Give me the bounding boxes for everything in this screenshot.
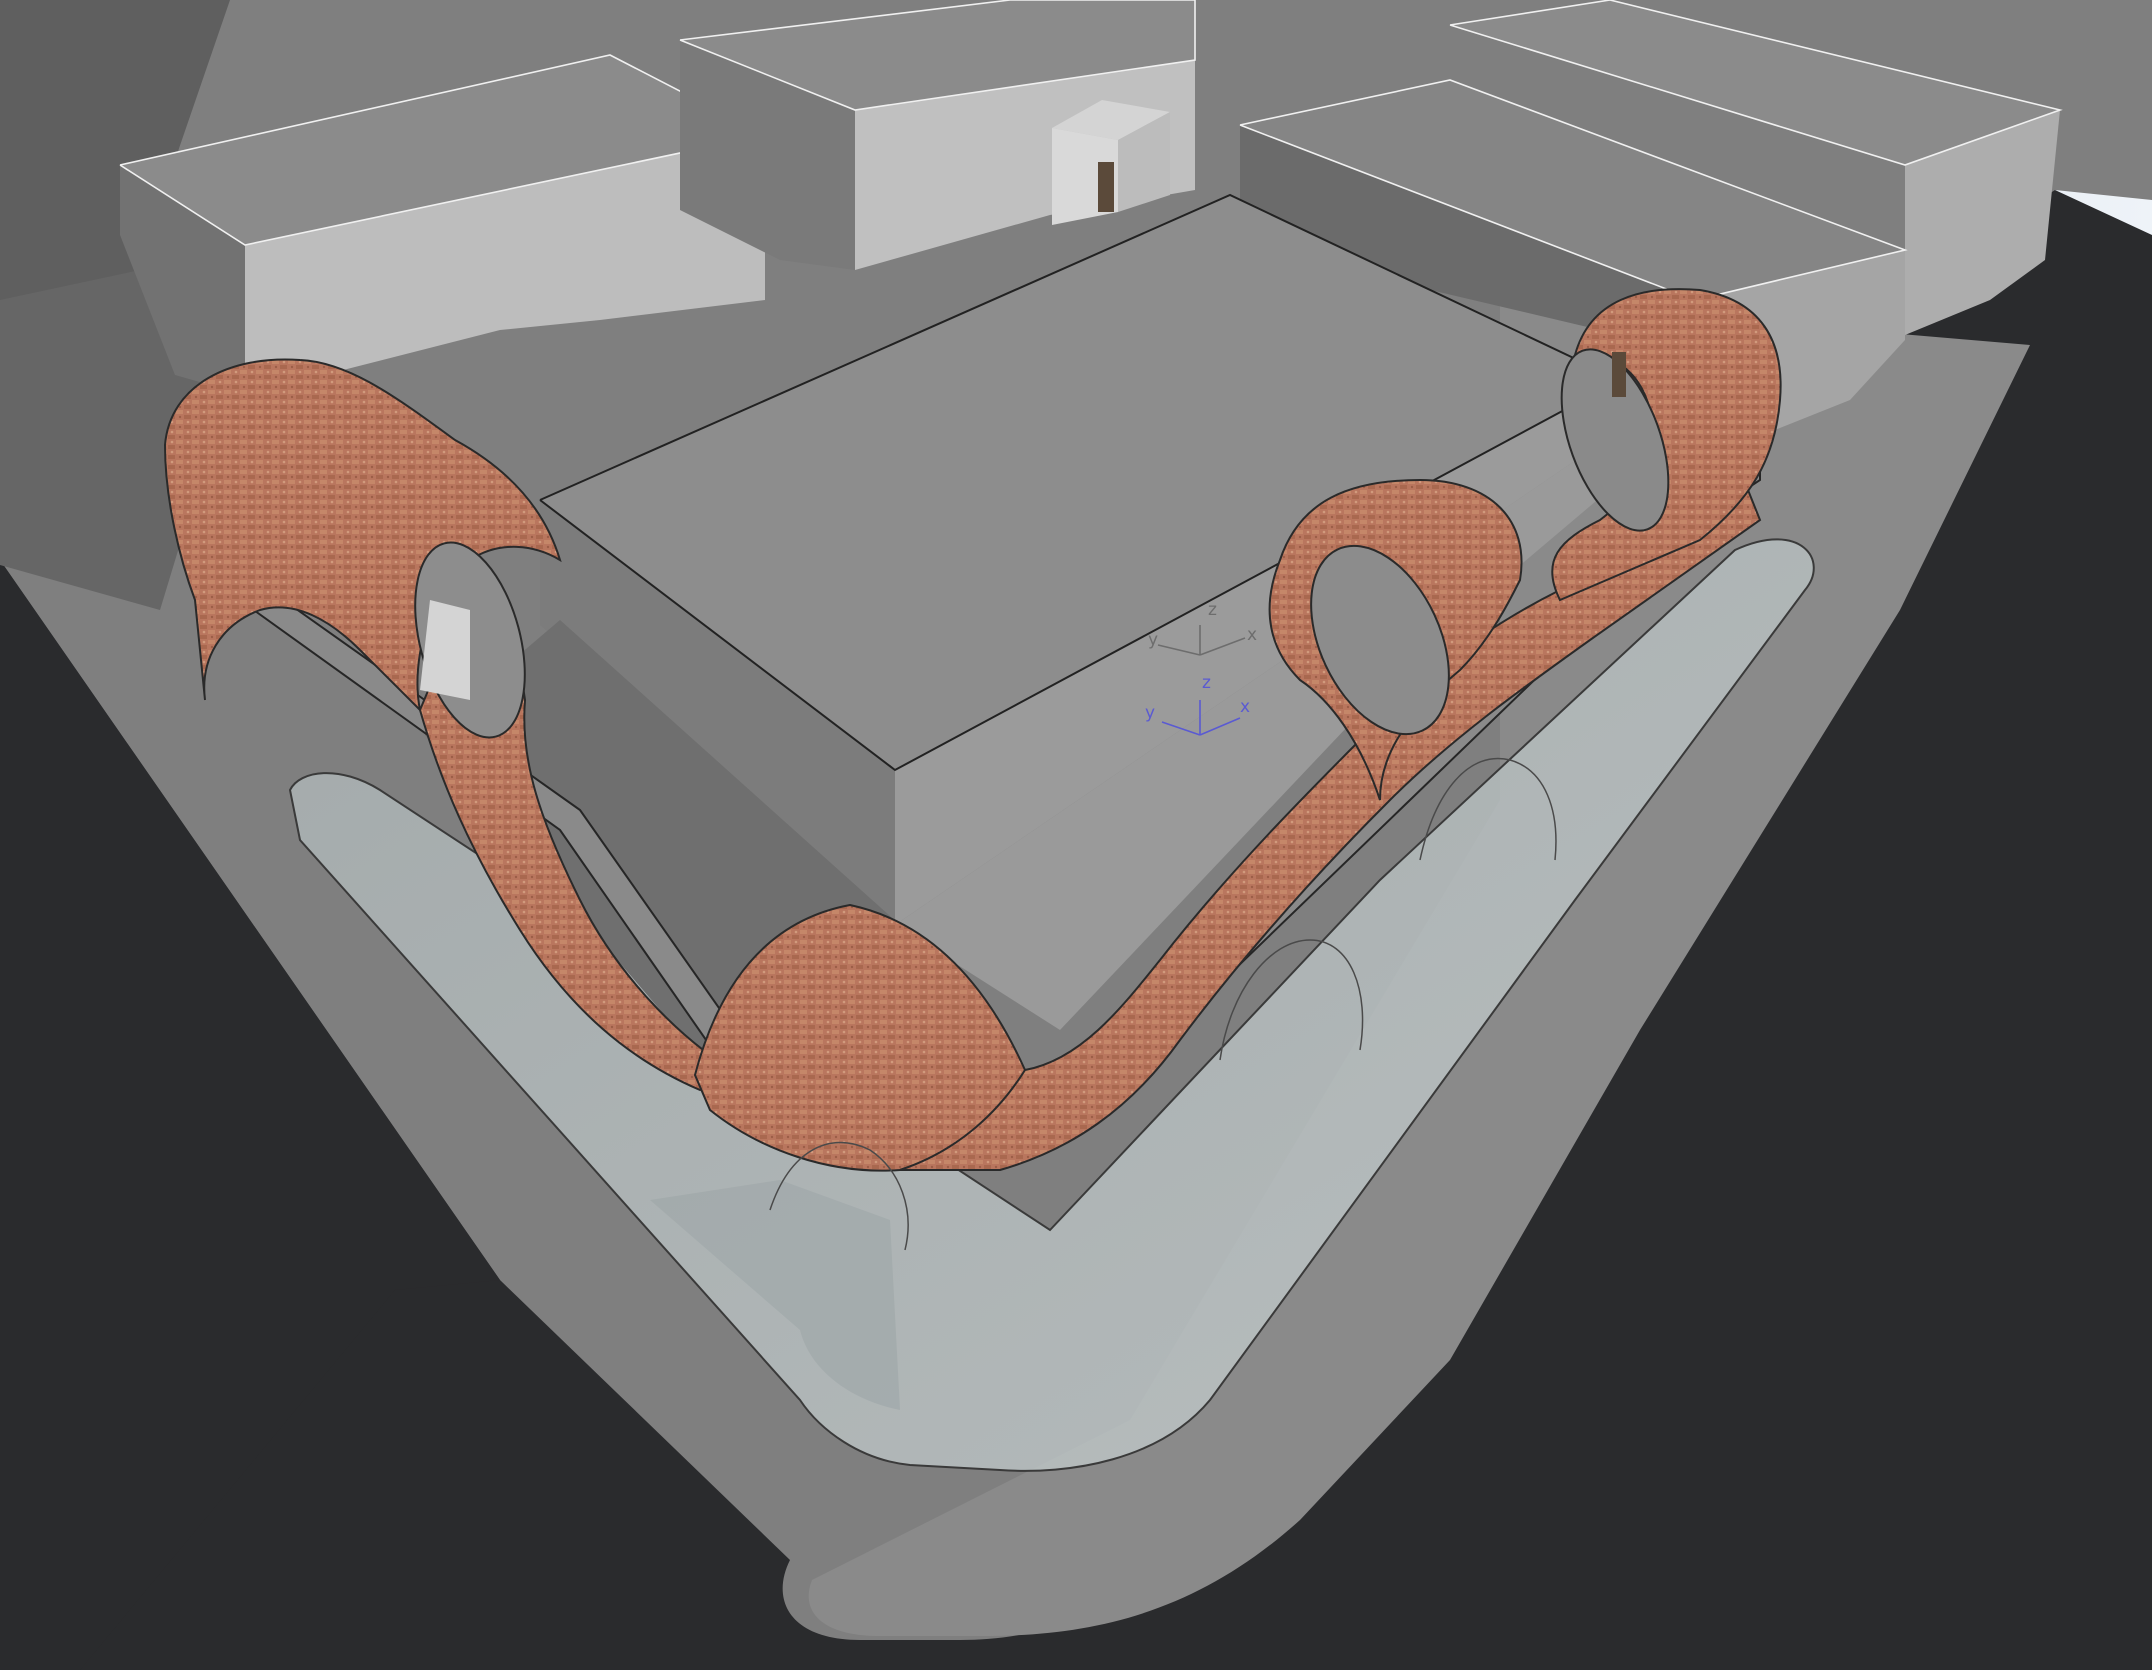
axis-label-x: x xyxy=(1247,625,1257,645)
axis-label-y: y xyxy=(1148,630,1158,650)
model-scene[interactable]: z x y z x y xyxy=(0,0,2152,1670)
3d-viewport[interactable]: z x y z x y xyxy=(0,0,2152,1670)
axis-label-z-blue: z xyxy=(1202,673,1211,693)
axis-label-y-blue: y xyxy=(1145,703,1155,723)
axis-label-x-blue: x xyxy=(1240,697,1250,717)
door-icon xyxy=(1098,162,1114,212)
axis-label-z: z xyxy=(1208,600,1217,620)
door-right-icon xyxy=(1612,352,1626,397)
